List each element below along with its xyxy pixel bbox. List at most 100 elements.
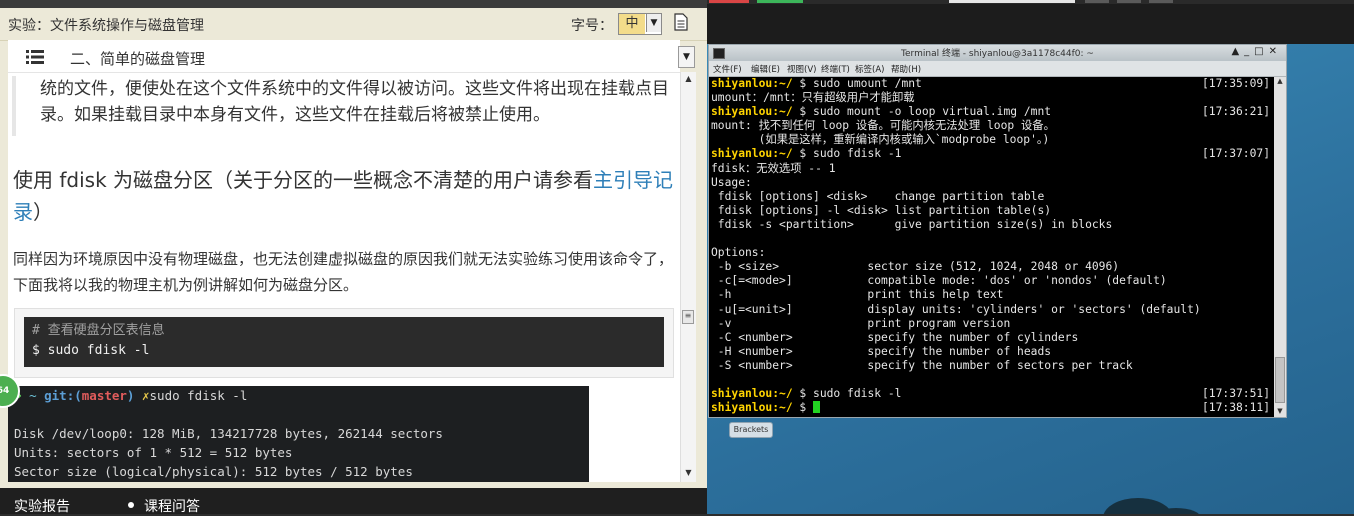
menu-edit[interactable]: 编辑(E) [751, 63, 780, 75]
terminal-screenshot-image: ➜ ~ git:(master) ✗sudo fdisk -l Disk /de… [8, 386, 589, 482]
scroll-down-icon[interactable]: ▼ [1274, 407, 1286, 417]
terminal-line: -C <number> specify the number of cylind… [711, 331, 1272, 345]
section-title: 二、简单的磁盘管理 [70, 50, 206, 68]
tab-lab-report[interactable]: 实验报告 [14, 496, 70, 516]
terminal-window[interactable]: Terminal 终端 - shiyanlou@3a1178c44f0: ~ ▲… [708, 44, 1287, 418]
chevron-down-icon[interactable]: ▼ [646, 14, 661, 32]
terminal-line: mount: 找不到任何 loop 设备。可能内核无法处理 loop 设备。 [711, 119, 1272, 133]
scroll-down-icon[interactable]: ▼ [681, 468, 696, 480]
terminal-text: $ [792, 401, 814, 415]
terminal-text: Options: [711, 246, 766, 260]
desktop-top-bar [707, 0, 1354, 44]
menu-tabs[interactable]: 标签(A) [855, 63, 884, 75]
terminal-prompt: shiyanlou:~/ [711, 105, 793, 119]
terminal-line: Options: [711, 246, 1272, 260]
toolbar-button[interactable] [1117, 0, 1141, 3]
terminal-text: -c[=<mode>] compatible mode: 'dos' or 'n… [711, 274, 1167, 288]
tab-course-qa[interactable]: 课程问答 [144, 496, 200, 516]
terminal-menubar: 文件(F) 编辑(E) 视图(V) 终端(T) 标签(A) 帮助(H) [709, 61, 1286, 77]
scroll-up-icon[interactable]: ▲ [681, 74, 696, 86]
heading-end: ） [33, 200, 53, 224]
terminal-text: -v print program version [711, 316, 1011, 330]
terminal-text: $ sudo umount /mnt [792, 77, 922, 90]
terminal-output[interactable]: shiyanlou:~/ $ sudo umount /mnt [17:35:09… [711, 77, 1272, 417]
terminal-text: fdisk：无效选项 -- 1 [711, 161, 836, 175]
terminal-title: Terminal 终端 - shiyanlou@3a1178c44f0: ~ [901, 49, 1094, 59]
terminal-text: fdisk [options] -l <disk> list partition… [711, 203, 1052, 217]
scroll-thumb[interactable] [1275, 357, 1285, 403]
terminal-text: umount：/mnt：只有超级用户才能卸载 [711, 91, 915, 105]
list-icon[interactable] [26, 50, 44, 64]
font-size-select[interactable]: 中 ▼ [618, 13, 662, 35]
terminal-prompt: shiyanlou:~/ [711, 77, 793, 90]
scroll-up-icon[interactable]: ▲ [1274, 77, 1286, 87]
document-icon[interactable] [674, 13, 688, 31]
close-icon[interactable]: ✕ [1269, 46, 1282, 57]
git-close: ) [126, 388, 135, 403]
code-block: # 查看硬盘分区表信息 $ sudo fdisk -l [14, 308, 674, 378]
menu-file[interactable]: 文件(F) [713, 63, 742, 75]
code-comment: # 查看硬盘分区表信息 [32, 323, 165, 338]
maximize-icon[interactable]: □ [1254, 46, 1268, 57]
terminal-scrollbar[interactable]: ▲ ▼ [1274, 77, 1286, 417]
terminal-line: -h print this help text [711, 288, 1272, 302]
terminal-line: -v print program version [711, 317, 1272, 331]
minimize-icon[interactable]: _ [1244, 46, 1254, 57]
terminal-timestamp: [17:37:51] [1201, 387, 1270, 401]
terminal-line: fdisk -s <partition> give partition size… [711, 218, 1272, 232]
vertical-scrollbar[interactable]: ▲ ≡ ▼ [680, 72, 696, 482]
terminal-line: fdisk [options] <disk> change partition … [711, 190, 1272, 204]
git-branch: master [81, 388, 127, 403]
bottom-tab-bar: 实验报告 课程问答 [0, 488, 707, 516]
remote-desktop: Terminal 终端 - shiyanlou@3a1178c44f0: ~ ▲… [707, 0, 1354, 514]
bullet-icon [128, 502, 134, 508]
paragraph: 同样因为环境原因中没有物理磁盘，也无法创建虚拟磁盘的原因我们就无法实验练习使用该… [13, 250, 674, 294]
terminal-text: $ sudo fdisk -l [792, 387, 902, 401]
toolbar-red-button[interactable] [709, 0, 749, 3]
terminal-text: -b <size> sector size (512, 1024, 2048 o… [711, 260, 1120, 274]
shade-icon[interactable]: ▲ [1231, 46, 1244, 57]
section-nav-bar: 二、简单的磁盘管理 [8, 40, 680, 73]
terminal-line: shiyanlou:~/ $ sudo umount /mnt [17:35:09… [711, 77, 1272, 91]
toolbar-green-button[interactable] [757, 0, 803, 3]
lab-document-panel: 实验：文件系统操作与磁盘管理 字号： 中 ▼ 二、简单的磁盘管理 统的文件，便使… [0, 0, 707, 516]
terminal-text: -u[=<unit>] display units: 'cylinders' o… [711, 302, 1201, 316]
terminal-line: umount：/mnt：只有超级用户才能卸载 [711, 91, 1272, 105]
code-box[interactable]: # 查看硬盘分区表信息 $ sudo fdisk -l [24, 317, 664, 367]
menu-help[interactable]: 帮助(H) [891, 63, 921, 75]
terminal-text: $ sudo fdisk -1 [792, 147, 902, 161]
screenshot-command: sudo fdisk -l [149, 388, 248, 403]
git-label: git:( [44, 388, 82, 403]
terminal-line: -H <number> specify the number of heads [711, 345, 1272, 359]
quote-text: 统的文件，便使处在这个文件系统中的文件得以被访问。这些文件将出现在挂载点目录。如… [40, 79, 669, 125]
font-size-value: 中 [619, 14, 645, 34]
toolbar-input[interactable] [949, 0, 1075, 3]
terminal-line: shiyanlou:~/ $ sudo fdisk -1 [17:37:07] [711, 147, 1272, 161]
terminal-line: Usage: [711, 176, 1272, 190]
terminal-line: -b <size> sector size (512, 1024, 2048 o… [711, 260, 1272, 274]
terminal-line: -c[=<mode>] compatible mode: 'dos' or 'n… [711, 274, 1272, 288]
terminal-line: (如果是这样，重新编译内核或输入`modprobe loop'。) [711, 133, 1272, 147]
menu-view[interactable]: 视图(V) [787, 63, 816, 75]
heading-text: 使用 fdisk 为磁盘分区（关于分区的一些概念不清楚的用户请参看 [13, 168, 594, 192]
terminal-titlebar[interactable]: Terminal 终端 - shiyanlou@3a1178c44f0: ~ ▲… [709, 45, 1286, 61]
window-controls[interactable]: ▲_□✕ [1231, 46, 1282, 57]
terminal-text: mount: 找不到任何 loop 设备。可能内核无法处理 loop 设备。 [711, 119, 1055, 133]
toolbar-button[interactable] [1149, 0, 1173, 3]
terminal-text: -S <number> specify the number of sector… [711, 358, 1133, 372]
terminal-line: shiyanlou:~/ $ [17:38:11] [711, 401, 1272, 415]
brackets-taskbar-button[interactable]: Brackets [729, 422, 773, 438]
menu-terminal[interactable]: 终端(T) [821, 63, 850, 75]
document-content: 二、简单的磁盘管理 统的文件，便使处在这个文件系统中的文件得以被访问。这些文件将… [8, 40, 680, 482]
terminal-prompt: shiyanlou:~/ [711, 387, 793, 401]
terminal-cursor [813, 401, 821, 414]
scroll-thumb[interactable]: ≡ [682, 310, 694, 324]
blockquote: 统的文件，便使处在这个文件系统中的文件得以被访问。这些文件将出现在挂载点目录。如… [12, 76, 676, 136]
terminal-text: fdisk -s <partition> give partition size… [711, 217, 1113, 231]
terminal-text: $ sudo mount -o loop virtual.img /mnt [792, 105, 1052, 119]
toolbar-button[interactable] [1085, 0, 1109, 3]
terminal-line: shiyanlou:~/ $ sudo fdisk -l [17:37:51] [711, 387, 1272, 401]
section-dropdown-button[interactable]: ▼ [678, 46, 695, 68]
font-size-label: 字号： [571, 18, 613, 34]
